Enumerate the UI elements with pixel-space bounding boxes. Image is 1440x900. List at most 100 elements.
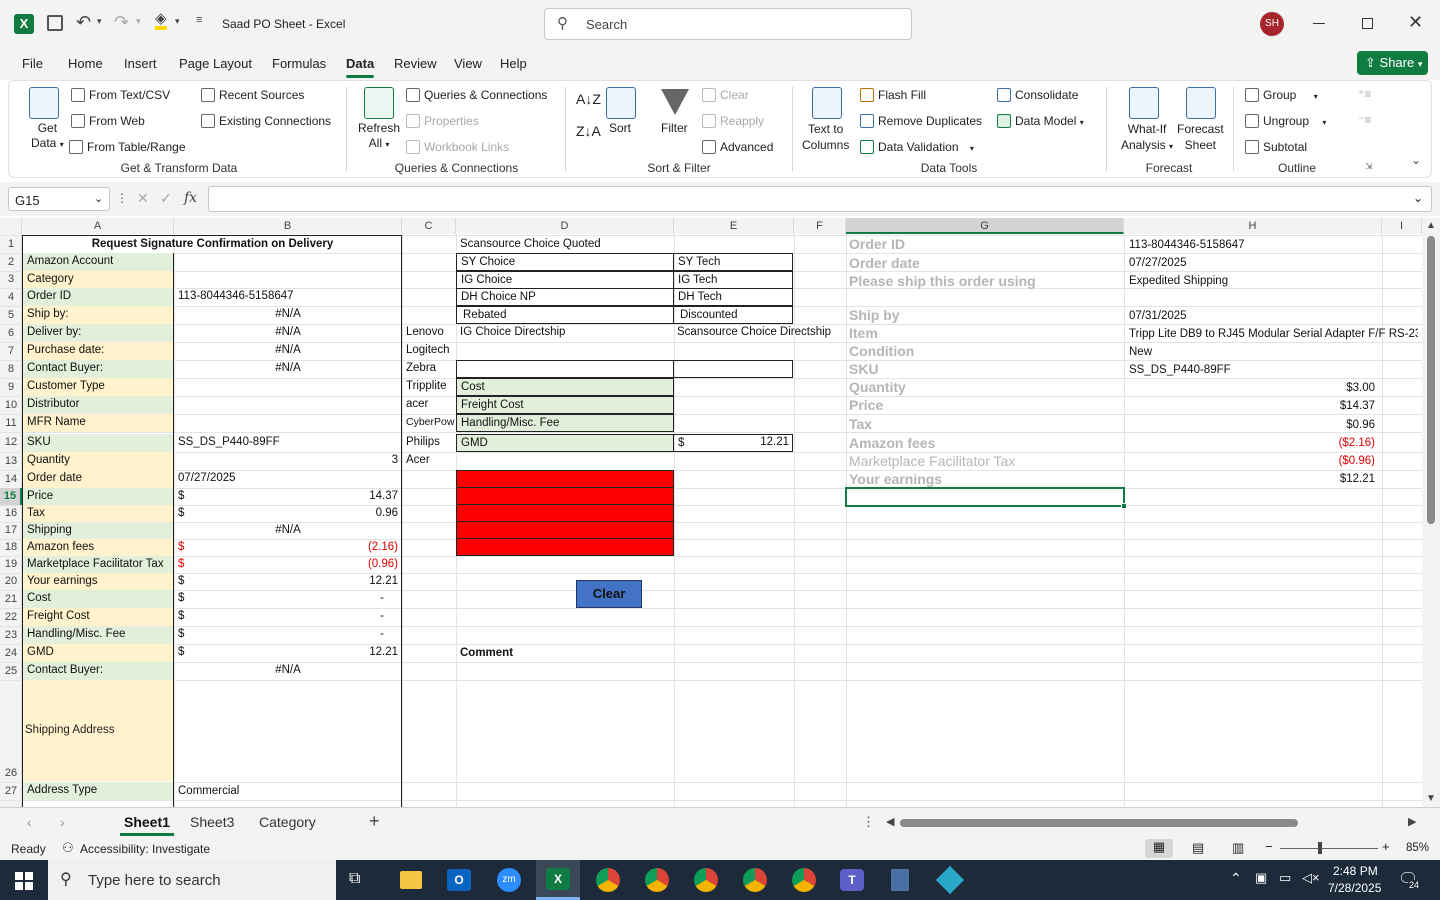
- scroll-right-icon[interactable]: ▶: [1408, 815, 1416, 828]
- prev-sheet-icon[interactable]: ‹: [27, 814, 32, 830]
- brand-acer[interactable]: Acer: [402, 452, 456, 470]
- from-text-csv-button[interactable]: From Text/CSV: [71, 88, 170, 102]
- task-view-icon[interactable]: ⧉: [349, 870, 360, 888]
- tab-help[interactable]: Help: [500, 56, 527, 71]
- page-layout-view-icon[interactable]: ▤: [1192, 840, 1204, 856]
- summary-label-tax[interactable]: Tax: [849, 416, 872, 432]
- sheet-tab-category[interactable]: Category: [259, 814, 316, 830]
- row-header-19[interactable]: 19: [0, 556, 22, 573]
- search-box[interactable]: ⚲ Search: [544, 8, 912, 40]
- summary-value-quantity[interactable]: $3.00: [1129, 382, 1375, 394]
- tech-discounted[interactable]: Discounted: [673, 306, 793, 324]
- red-block-row-17[interactable]: [456, 521, 674, 539]
- row-header-22[interactable]: 22: [0, 608, 22, 626]
- scroll-down-icon[interactable]: ▼: [1426, 793, 1436, 804]
- fill-color-icon[interactable]: ◈: [155, 11, 167, 30]
- red-block-row-14[interactable]: [456, 470, 674, 488]
- next-sheet-icon[interactable]: ›: [60, 814, 65, 830]
- scroll-up-icon[interactable]: ▲: [1426, 220, 1436, 231]
- taskbar-time[interactable]: 2:48 PM: [1333, 864, 1378, 878]
- label-contact-buyer[interactable]: Contact Buyer:: [23, 360, 174, 378]
- worksheet-grid[interactable]: A B C D E F G H I 1 2 3 4 5 6 7 8 9 10 11 12 13 14 15 1…: [0, 218, 1440, 807]
- expand-formula-icon[interactable]: ⌄: [1413, 191, 1423, 205]
- calculator-icon[interactable]: [891, 869, 909, 891]
- app-diamond-icon[interactable]: [935, 865, 965, 895]
- properties-button[interactable]: Properties: [406, 114, 479, 128]
- value-deliver-by[interactable]: #N/A: [174, 324, 402, 342]
- tab-view[interactable]: View: [454, 56, 482, 71]
- tray-network-icon[interactable]: ▭: [1279, 870, 1291, 886]
- value-cost[interactable]: -: [174, 590, 402, 608]
- brand-cyberpow[interactable]: CyberPow: [402, 414, 456, 432]
- tab-review[interactable]: Review: [394, 56, 437, 71]
- summary-value-sku[interactable]: SS_DS_P440-89FF: [1129, 364, 1231, 376]
- summary-label-condition[interactable]: Condition: [849, 343, 914, 359]
- col-header-b[interactable]: B: [174, 218, 402, 234]
- tab-data[interactable]: Data: [346, 56, 375, 78]
- label-price[interactable]: Price: [23, 488, 174, 506]
- brand-logitech[interactable]: Logitech: [402, 342, 456, 360]
- clear-button[interactable]: Clear: [576, 580, 642, 608]
- label-gmd[interactable]: GMD: [23, 644, 174, 662]
- subtotal-button[interactable]: Subtotal: [1245, 140, 1307, 154]
- col-header-f[interactable]: F: [794, 218, 846, 234]
- value-handling[interactable]: -: [174, 626, 402, 644]
- avatar[interactable]: SH: [1260, 12, 1284, 36]
- col-header-i[interactable]: I: [1382, 218, 1422, 234]
- taskbar-date[interactable]: 7/28/2025: [1328, 881, 1381, 895]
- red-block-row-16[interactable]: [456, 504, 674, 522]
- scansource-choice-directship[interactable]: Scansource Choice Directship: [673, 324, 848, 342]
- row-header-13[interactable]: 13: [0, 452, 22, 470]
- summary-value-order-id[interactable]: 113-8044346-5158647: [1129, 239, 1245, 251]
- refresh-all-button[interactable]: Refresh All ▾: [358, 121, 400, 152]
- brand-zebra[interactable]: Zebra: [402, 360, 456, 378]
- existing-connections-button[interactable]: Existing Connections: [201, 114, 331, 128]
- cancel-entry-icon[interactable]: ✕: [137, 190, 149, 207]
- row-header-11[interactable]: 11: [0, 414, 22, 432]
- recent-sources-button[interactable]: Recent Sources: [201, 88, 304, 102]
- label-cost[interactable]: Cost: [23, 590, 174, 608]
- row-header-2[interactable]: 2: [0, 253, 22, 271]
- row-header-24[interactable]: 24: [0, 644, 22, 662]
- share-button[interactable]: ⇪ Share ▾: [1357, 51, 1428, 75]
- label-shipping[interactable]: Shipping: [23, 522, 174, 540]
- remove-duplicates-button[interactable]: Remove Duplicates: [860, 114, 982, 128]
- label-mfr-name[interactable]: MFR Name: [23, 414, 174, 432]
- name-box[interactable]: G15 ⌄: [8, 187, 110, 211]
- summary-label-earnings[interactable]: Your earnings: [849, 471, 942, 487]
- file-explorer-icon[interactable]: [400, 871, 422, 889]
- row-header-14[interactable]: 14: [0, 470, 22, 488]
- summary-value-amazon-fees[interactable]: ($2.16): [1129, 437, 1375, 449]
- label-amazon-fees[interactable]: Amazon fees: [23, 539, 174, 557]
- zoom-slider-thumb[interactable]: [1318, 842, 1322, 854]
- value-shipping[interactable]: #N/A: [174, 522, 402, 540]
- row-header-25[interactable]: 25: [0, 662, 22, 680]
- zoom-out-icon[interactable]: −: [1265, 839, 1273, 854]
- data-validation-button[interactable]: Data Validation ▾: [860, 140, 974, 154]
- add-sheet-icon[interactable]: +: [369, 811, 380, 832]
- brand-tripplite[interactable]: Tripplite: [402, 378, 456, 396]
- gmd-label[interactable]: GMD: [456, 434, 674, 452]
- chrome-icon-3[interactable]: [694, 868, 718, 892]
- minimize-icon[interactable]: [1313, 23, 1325, 24]
- col-header-c[interactable]: C: [402, 218, 456, 234]
- excel-taskbar-icon[interactable]: X: [536, 860, 580, 900]
- windows-start-icon[interactable]: [15, 872, 33, 890]
- value-gmd[interactable]: 12.21: [174, 644, 402, 662]
- value-ship-by[interactable]: #N/A: [174, 306, 402, 324]
- row-header-9[interactable]: 9: [0, 378, 22, 396]
- undo-icon[interactable]: ↶: [76, 12, 91, 33]
- row-header-3[interactable]: 3: [0, 271, 22, 288]
- value-order-id[interactable]: 113-8044346-5158647: [174, 288, 402, 306]
- taskbar-search-box[interactable]: ⚲ Type here to search: [48, 860, 336, 900]
- tech-sy[interactable]: SY Tech: [673, 253, 793, 271]
- row-header-18[interactable]: 18: [0, 539, 22, 556]
- flash-fill-button[interactable]: Flash Fill: [860, 88, 926, 102]
- normal-view-icon[interactable]: ▦: [1145, 839, 1173, 858]
- label-tax[interactable]: Tax: [23, 505, 174, 523]
- hide-detail-icon[interactable]: ⁻≡: [1358, 113, 1371, 127]
- cost-label[interactable]: Cost: [456, 378, 674, 396]
- value-address-type[interactable]: Commercial: [174, 783, 402, 801]
- get-data-button[interactable]: Get Data ▾: [31, 121, 64, 152]
- selected-cell-g15[interactable]: [845, 487, 1125, 507]
